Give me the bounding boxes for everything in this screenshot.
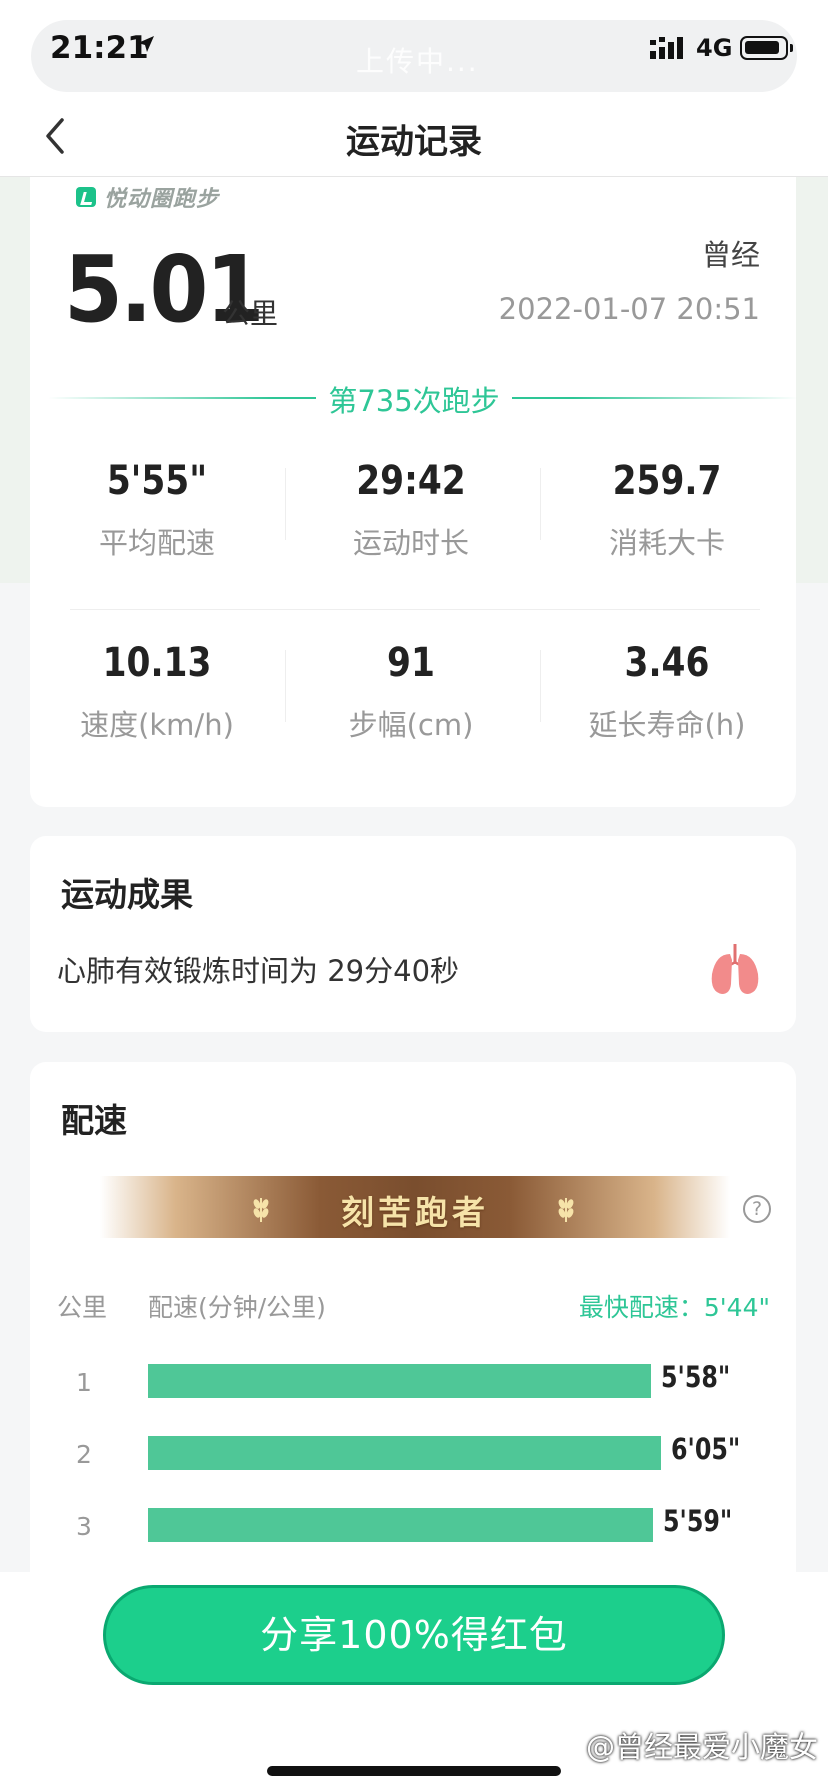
brand-logo-icon <box>76 187 96 207</box>
achievement-text: 心肺有效锻炼时间为 29分40秒 <box>57 954 460 988</box>
pace-row-km: 3 <box>76 1512 92 1541</box>
lung-icon <box>711 944 759 994</box>
stat-value: 3.46 <box>624 640 710 686</box>
stat-value: 91 <box>387 640 435 686</box>
achievement-card <box>30 836 796 1032</box>
wheat-icon <box>558 1198 574 1222</box>
stat-value: 259.7 <box>612 458 722 504</box>
stat-label: 延长寿命(h) <box>588 708 746 742</box>
stat-divider <box>285 650 286 722</box>
stat-divider <box>540 650 541 722</box>
stat-value: 29:42 <box>356 458 466 504</box>
share-button[interactable]: 分享100%得红包 <box>103 1585 725 1685</box>
status-bar: 21:21 上传中... 4G <box>0 0 828 100</box>
stat-value: 5'55" <box>106 458 208 504</box>
stat-avg-pace: 5'55" 平均配速 <box>30 458 284 562</box>
stat-divider <box>540 468 541 540</box>
stat-life-extension: 3.46 延长寿命(h) <box>540 640 794 744</box>
distance-unit: 公里 <box>222 297 279 330</box>
run-count-label: 第735次跑步 <box>316 384 512 418</box>
stat-duration: 29:42 运动时长 <box>284 458 538 562</box>
pace-row-value: 5'58" <box>661 1360 731 1394</box>
stat-label: 消耗大卡 <box>608 526 725 560</box>
stat-label: 运动时长 <box>352 526 469 560</box>
stat-label: 平均配速 <box>98 526 215 560</box>
pace-row-value: 5'59" <box>663 1504 733 1538</box>
pace-row-km: 2 <box>76 1440 92 1469</box>
watermark: @曾经最爱小魔女 <box>585 1730 818 1764</box>
pace-title: 配速 <box>61 1101 127 1140</box>
runner-badge: 刻苦跑者 <box>100 1176 730 1238</box>
stats-divider <box>70 609 760 610</box>
username[interactable]: 曾经 <box>702 232 760 274</box>
run-datetime: 2022-01-07 20:51 <box>498 292 760 326</box>
battery-icon <box>740 36 793 60</box>
pace-row-value: 6'05" <box>671 1432 741 1466</box>
status-time: 21:21 <box>50 30 149 66</box>
stat-divider <box>285 468 286 540</box>
pace-bar <box>148 1508 653 1542</box>
brand-name: 悦动圈跑步 <box>104 187 220 212</box>
upload-status: 上传中... <box>356 45 479 78</box>
fastest-pace: 最快配速：5'44" <box>578 1293 770 1322</box>
help-icon[interactable]: ? <box>743 1195 771 1223</box>
location-arrow-icon <box>138 36 154 52</box>
badge-label: 刻苦跑者 <box>341 1193 489 1232</box>
brand: 悦动圈跑步 <box>76 180 219 214</box>
nav-bar: 运动记录 <box>0 100 828 177</box>
home-indicator <box>267 1766 561 1776</box>
network-type: 4G <box>696 34 733 62</box>
stat-label: 步幅(cm) <box>348 708 474 742</box>
pace-row-km: 1 <box>76 1368 92 1397</box>
column-pace: 配速(分钟/公里) <box>148 1293 326 1322</box>
pace-bar <box>148 1364 651 1398</box>
achievement-title: 运动成果 <box>61 875 193 914</box>
pace-bar <box>148 1436 661 1470</box>
page-title: 运动记录 <box>346 122 482 162</box>
run-count: 第735次跑步 <box>0 378 828 420</box>
column-km: 公里 <box>57 1293 108 1322</box>
stat-label: 速度(km/h) <box>80 708 234 742</box>
stat-stride: 91 步幅(cm) <box>284 640 538 744</box>
stat-calories: 259.7 消耗大卡 <box>540 458 794 562</box>
stat-speed: 10.13 速度(km/h) <box>30 640 284 744</box>
signal-icon <box>650 37 683 59</box>
stat-value: 10.13 <box>102 640 212 686</box>
